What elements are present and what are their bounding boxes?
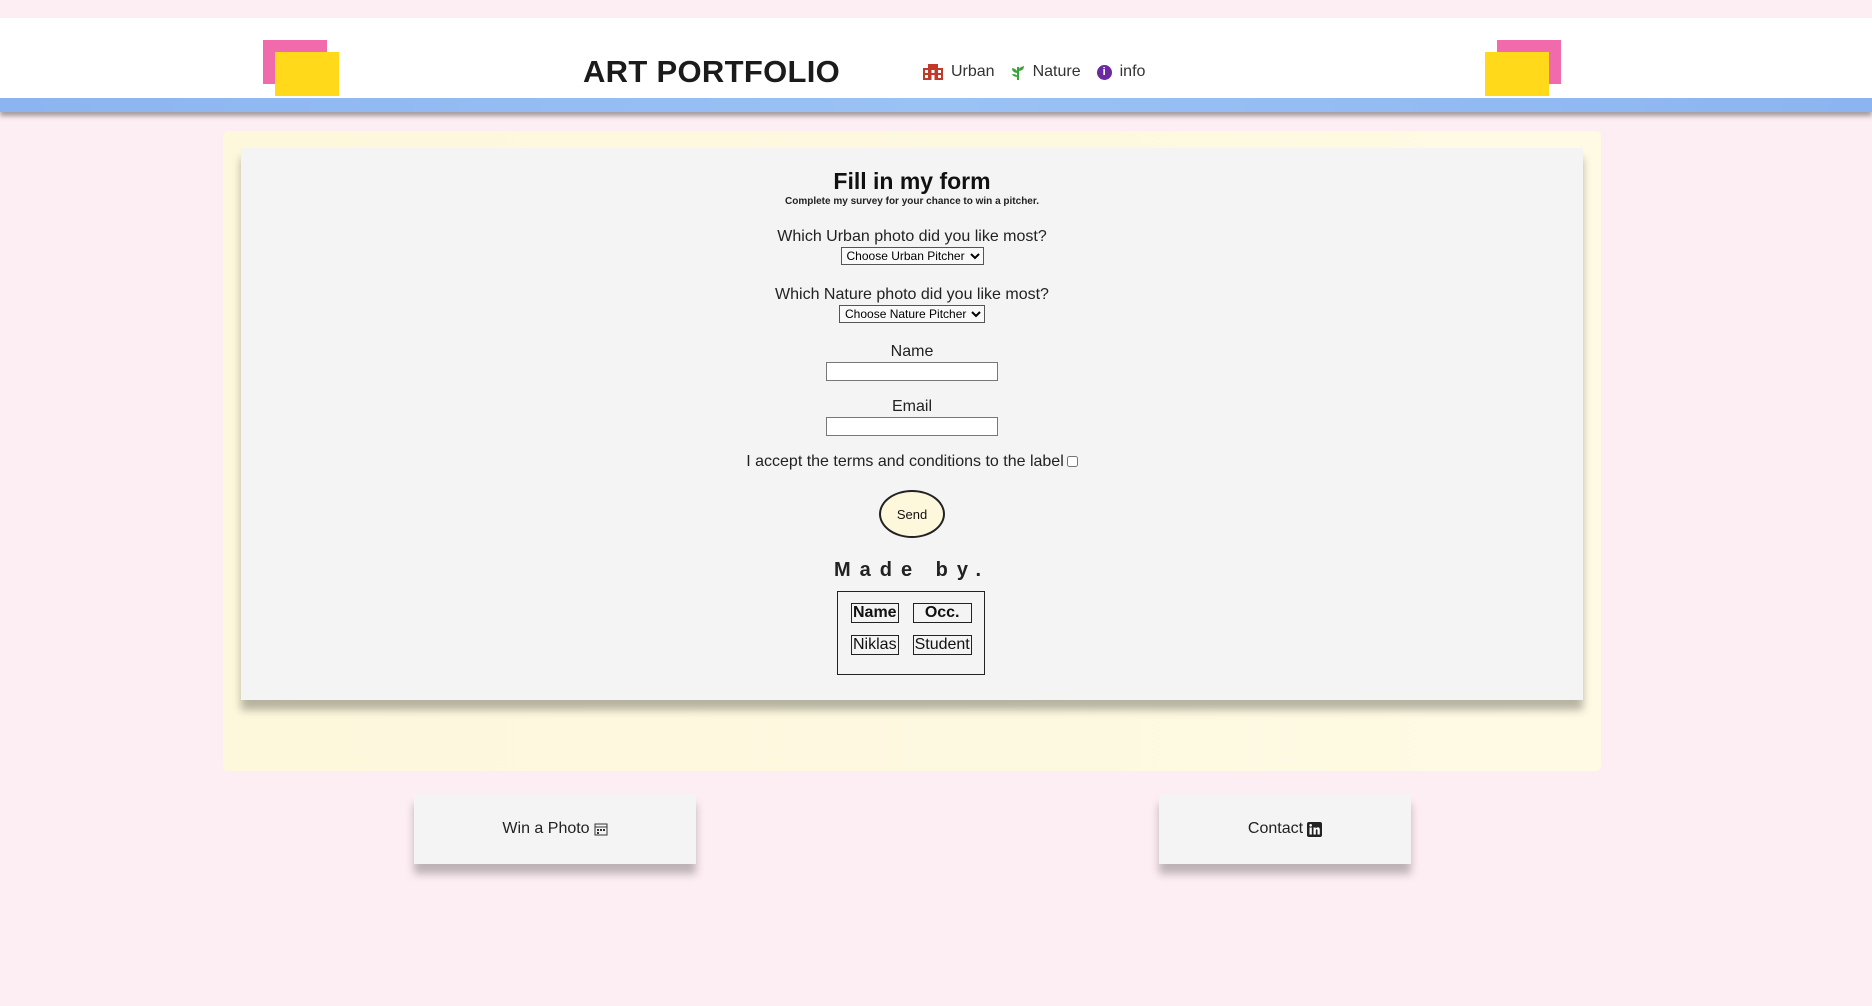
header-underline-bar: [0, 98, 1872, 112]
contact-label: Contact: [1247, 820, 1304, 837]
building-icon: [923, 64, 943, 80]
terms-checkbox[interactable]: [1066, 456, 1078, 468]
table-cell-occupation: Student: [912, 635, 972, 655]
win-a-photo-label: Win a Photo: [502, 820, 590, 837]
site-header: ART PORTFOLIO Urban Nature i info: [0, 18, 1872, 100]
nav-item-nature[interactable]: Nature: [1011, 63, 1081, 81]
credits-table: Name Occ. Niklas Student: [837, 591, 985, 675]
email-field-wrap: [241, 417, 1583, 436]
main-nav: Urban Nature i info: [923, 63, 1161, 81]
yellow-square: [1485, 52, 1549, 96]
name-input[interactable]: [826, 362, 998, 381]
made-by-heading: Made by.: [833, 559, 991, 581]
table-header-name: Name: [851, 603, 899, 623]
form-title: Fill in my form: [833, 168, 991, 194]
yellow-square: [275, 52, 339, 96]
nav-label-info: info: [1119, 63, 1146, 80]
send-button[interactable]: Send: [879, 490, 945, 538]
table-header-occupation: Occ.: [912, 603, 972, 623]
table-cell-name: Niklas: [851, 635, 899, 655]
nav-label-urban: Urban: [951, 63, 995, 80]
name-label: Name: [890, 343, 934, 360]
urban-select-wrap: Choose Urban Pitcher: [241, 247, 1583, 265]
site-title: ART PORTFOLIO: [583, 54, 841, 89]
table-row: Niklas Student: [851, 635, 972, 655]
email-input[interactable]: [826, 417, 998, 436]
plant-icon: [1011, 64, 1025, 80]
table-header-row: Name Occ.: [851, 603, 972, 623]
win-a-photo-button[interactable]: Win a Photo: [414, 794, 696, 864]
linkedin-icon: [1307, 821, 1323, 837]
terms-label: I accept the terms and conditions to the…: [746, 453, 1064, 470]
email-label: Email: [891, 398, 932, 415]
nature-photo-select[interactable]: Choose Nature Pitcher: [839, 305, 985, 323]
survey-form-card: Fill in my form Complete my survey for y…: [241, 148, 1583, 700]
urban-photo-select[interactable]: Choose Urban Pitcher: [840, 247, 984, 265]
nav-item-info[interactable]: i info: [1096, 63, 1146, 81]
form-subtitle: Complete my survey for your chance to wi…: [785, 196, 1039, 207]
terms-row: I accept the terms and conditions to the…: [241, 453, 1583, 471]
contact-button[interactable]: Contact: [1159, 794, 1411, 864]
calendar-icon: [594, 822, 608, 836]
nature-select-wrap: Choose Nature Pitcher: [241, 305, 1583, 323]
nav-label-nature: Nature: [1032, 63, 1081, 80]
name-field-wrap: [241, 362, 1583, 381]
nature-question-label: Which Nature photo did you like most?: [775, 286, 1049, 303]
nav-item-urban[interactable]: Urban: [923, 63, 995, 81]
info-icon: i: [1096, 64, 1112, 80]
send-wrap: Send: [241, 490, 1583, 538]
urban-question-label: Which Urban photo did you like most?: [777, 228, 1047, 245]
top-strip: [0, 0, 1872, 18]
